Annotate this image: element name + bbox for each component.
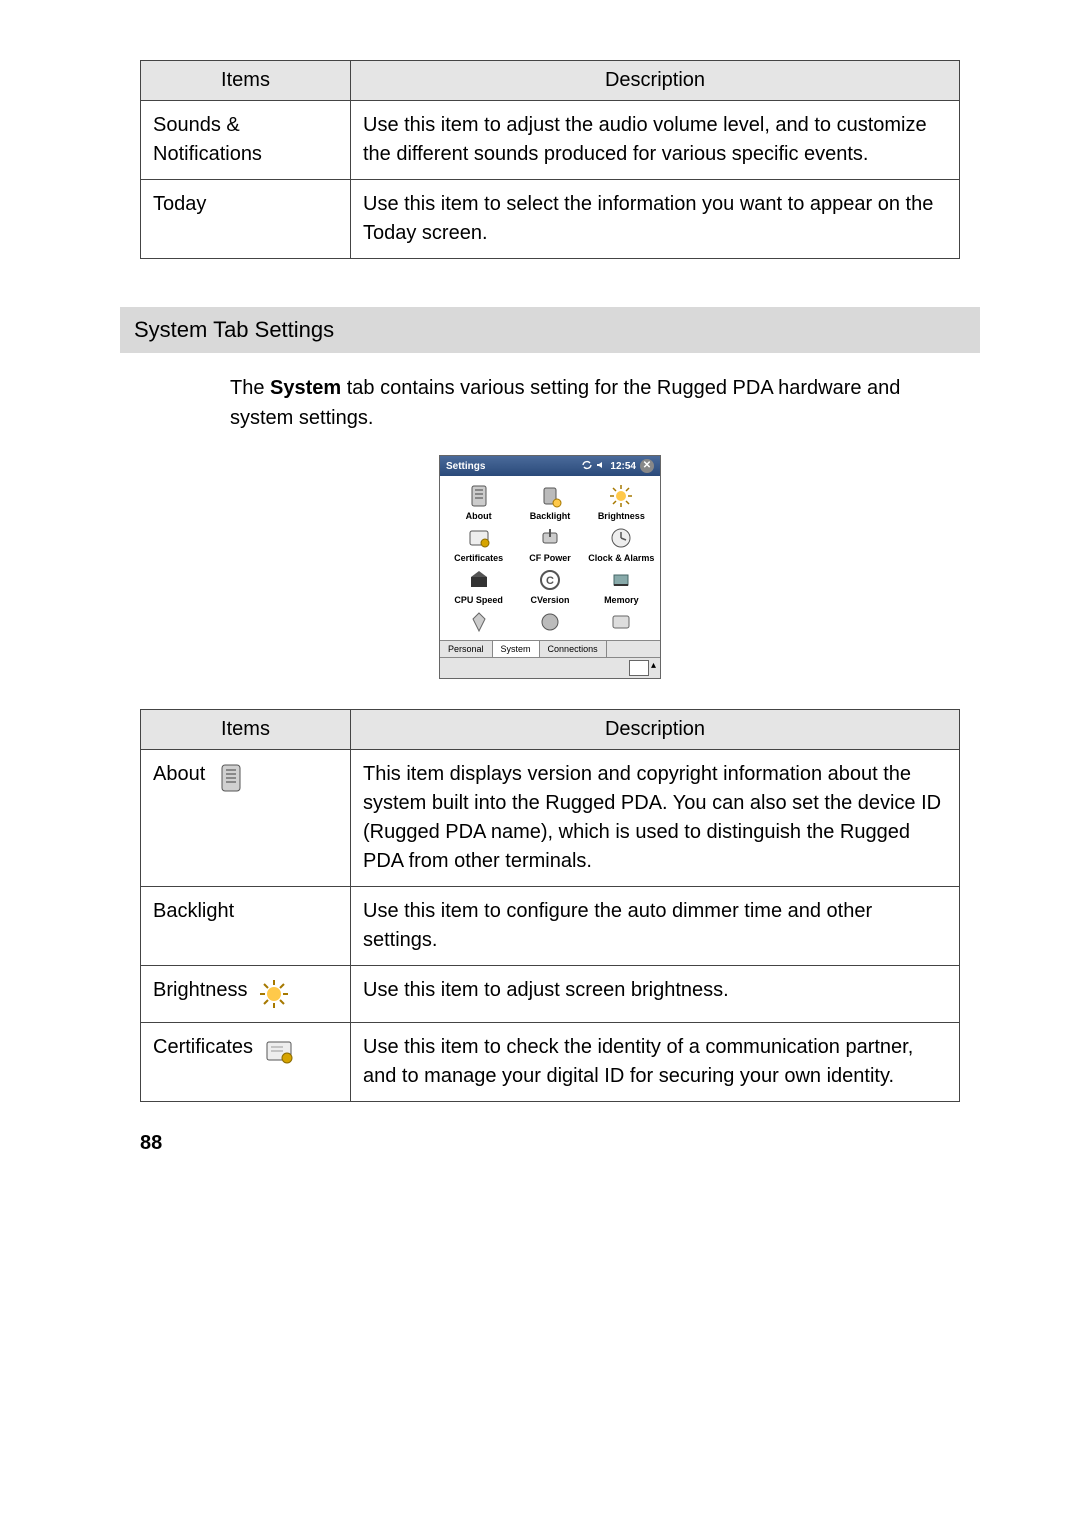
cell-item: Certificates: [141, 1022, 351, 1101]
screenshot-item-label: CVersion: [530, 596, 569, 606]
screenshot-item-label: Memory: [604, 596, 639, 606]
item-label: Certificates: [153, 1033, 253, 1062]
certificates-icon: [261, 1033, 297, 1069]
page-number: 88: [140, 1132, 960, 1155]
table-row: Backlight Use this item to configure the…: [141, 886, 960, 965]
cversion-icon: C: [536, 566, 564, 594]
screenshot-bottom-bar: ▴: [440, 657, 660, 678]
screenshot-item: CPU Speed: [444, 566, 513, 606]
generic-icon: [536, 608, 564, 636]
table-sounds-today: Items Description Sounds & Notifications…: [140, 60, 960, 259]
intro-bold: System: [270, 377, 341, 399]
screenshot-item-label: CPU Speed: [454, 596, 503, 606]
close-icon: ✕: [640, 459, 654, 473]
screenshot-title: Settings: [446, 461, 485, 472]
cell-item: About: [141, 749, 351, 886]
screenshot-grid: About Backlight Brightness: [440, 476, 660, 640]
speaker-icon: [596, 460, 606, 473]
cell-item: Backlight: [141, 886, 351, 965]
sync-icon: [582, 460, 592, 473]
screenshot-item-label: About: [466, 512, 492, 522]
cell-item: Sounds & Notifications: [141, 101, 351, 180]
col-header-items: Items: [141, 709, 351, 749]
brightness-icon: [256, 976, 292, 1012]
screenshot-item: Backlight: [515, 482, 584, 522]
intro-text-a: The: [230, 377, 270, 399]
screenshot-item: CF Power: [515, 524, 584, 564]
cell-item: Today: [141, 180, 351, 259]
col-header-items: Items: [141, 61, 351, 101]
screenshot-item: C CVersion: [515, 566, 584, 606]
cell-desc: Use this item to adjust the audio volume…: [351, 101, 960, 180]
cpu-speed-icon: [465, 566, 493, 594]
table-system-settings: Items Description About This item displa…: [140, 709, 960, 1102]
section-heading: System Tab Settings: [120, 307, 980, 353]
screenshot-titlebar: Settings 12:54 ✕: [440, 456, 660, 476]
table-row: Sounds & Notifications Use this item to …: [141, 101, 960, 180]
screenshot-item-label: CF Power: [529, 554, 571, 564]
cell-desc: Use this item to adjust screen brightnes…: [351, 965, 960, 1022]
generic-icon: [465, 608, 493, 636]
screenshot-item: [515, 608, 584, 638]
tab-personal: Personal: [440, 641, 493, 657]
certificates-icon: [465, 524, 493, 552]
up-arrow-icon: ▴: [651, 660, 656, 676]
table-row: Brightness Use this item to adjust scree…: [141, 965, 960, 1022]
col-header-description: Description: [351, 709, 960, 749]
memory-icon: [607, 566, 635, 594]
screenshot-item: [587, 608, 656, 638]
screenshot-time: 12:54: [610, 461, 636, 472]
item-label: About: [153, 760, 205, 789]
cell-item: Brightness: [141, 965, 351, 1022]
about-icon: [465, 482, 493, 510]
clock-icon: [607, 524, 635, 552]
cell-desc: Use this item to select the information …: [351, 180, 960, 259]
table-row: Certificates Use this item to check the …: [141, 1022, 960, 1101]
screenshot-item: Memory: [587, 566, 656, 606]
table-row: About This item displays version and cop…: [141, 749, 960, 886]
brightness-icon: [607, 482, 635, 510]
screenshot-item: Clock & Alarms: [587, 524, 656, 564]
cell-desc: Use this item to configure the auto dimm…: [351, 886, 960, 965]
keyboard-icon: [629, 660, 649, 676]
screenshot-item-label: Brightness: [598, 512, 645, 522]
screenshot-item: Brightness: [587, 482, 656, 522]
embedded-screenshot: Settings 12:54 ✕ About: [439, 455, 661, 679]
section-intro: The System tab contains various setting …: [230, 373, 960, 433]
screenshot-item-label: Certificates: [454, 554, 503, 564]
cell-desc: This item displays version and copyright…: [351, 749, 960, 886]
backlight-icon: [536, 482, 564, 510]
col-header-description: Description: [351, 61, 960, 101]
screenshot-status: 12:54 ✕: [582, 459, 654, 473]
screenshot-item: About: [444, 482, 513, 522]
screenshot-item: Certificates: [444, 524, 513, 564]
screenshot-item-label: Clock & Alarms: [588, 554, 654, 564]
table-row: Today Use this item to select the inform…: [141, 180, 960, 259]
screenshot-item: [444, 608, 513, 638]
svg-text:C: C: [546, 575, 554, 587]
about-icon: [213, 760, 249, 796]
screenshot-tabs: Personal System Connections: [440, 640, 660, 657]
generic-icon: [607, 608, 635, 636]
item-label: Brightness: [153, 976, 248, 1005]
screenshot-item-label: Backlight: [530, 512, 571, 522]
cell-desc: Use this item to check the identity of a…: [351, 1022, 960, 1101]
cf-power-icon: [536, 524, 564, 552]
tab-system: System: [493, 640, 540, 657]
tab-connections: Connections: [540, 641, 607, 657]
